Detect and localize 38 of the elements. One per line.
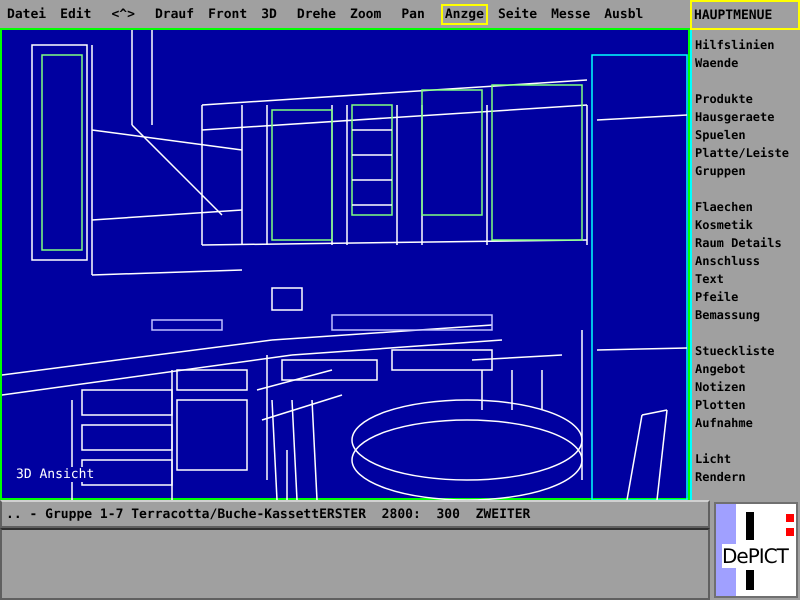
menu-item[interactable]: Anzge — [440, 4, 488, 24]
sidebar-item[interactable]: Notizen — [695, 378, 800, 396]
menu-item[interactable]: Datei — [3, 4, 50, 24]
menu-item[interactable]: 3D — [257, 4, 281, 24]
sidebar-item[interactable]: Rendern — [695, 468, 800, 486]
sidebar-item[interactable]: Platte/Leiste — [695, 144, 800, 162]
status-bar: .. - Gruppe 1-7 Terracotta/Buche-KassettERSTER 2800: 300 ZWEITER — [0, 500, 710, 528]
sidebar-item[interactable]: Bemassung — [695, 306, 800, 324]
menu-item[interactable]: Drehe — [292, 4, 340, 24]
menu-item[interactable]: Zoom — [346, 4, 386, 24]
sidebar-item[interactable]: Hausgeraete — [695, 108, 800, 126]
sidebar-item[interactable]: Plotten — [695, 396, 800, 414]
menu-item[interactable]: Seite — [494, 4, 542, 24]
sidebar-item[interactable]: Kosmetik — [695, 216, 800, 234]
menu-item[interactable]: <^> — [107, 4, 139, 24]
sidebar-item[interactable]: Waende — [695, 54, 800, 72]
sidebar-item[interactable]: Aufnahme — [695, 414, 800, 432]
menu-item[interactable]: Ausbl — [600, 4, 648, 24]
sidebar-item[interactable]: Anschluss — [695, 252, 800, 270]
sidebar-item[interactable]: Produkte — [695, 90, 800, 108]
menu-item[interactable]: Front — [204, 4, 252, 24]
menu-item[interactable]: Pan — [397, 4, 429, 24]
sidebar-item[interactable]: Raum Details — [695, 234, 800, 252]
menu-item[interactable]: Drauf — [150, 4, 198, 24]
sidebar-item[interactable]: Text — [695, 270, 800, 288]
logo-text: DePICT — [722, 544, 788, 568]
sidebar-item[interactable]: Spuelen — [695, 126, 800, 144]
sidebar-item[interactable]: Hilfslinien — [695, 36, 800, 54]
sidebar-item[interactable]: Stueckliste — [695, 342, 800, 360]
view-label: 3D Ansicht — [16, 467, 94, 482]
sidebar-item[interactable]: Angebot — [695, 360, 800, 378]
main-menu-title: HAUPTMENUE — [690, 0, 800, 30]
sidebar-item[interactable]: Flaechen — [695, 198, 800, 216]
sidebar-item[interactable]: Gruppen — [695, 162, 800, 180]
sidebar-item[interactable]: Pfeile — [695, 288, 800, 306]
menu-item[interactable]: Messe — [547, 4, 594, 24]
menu-item[interactable]: Edit — [56, 4, 96, 24]
sidebar-item[interactable]: Licht — [695, 450, 800, 468]
